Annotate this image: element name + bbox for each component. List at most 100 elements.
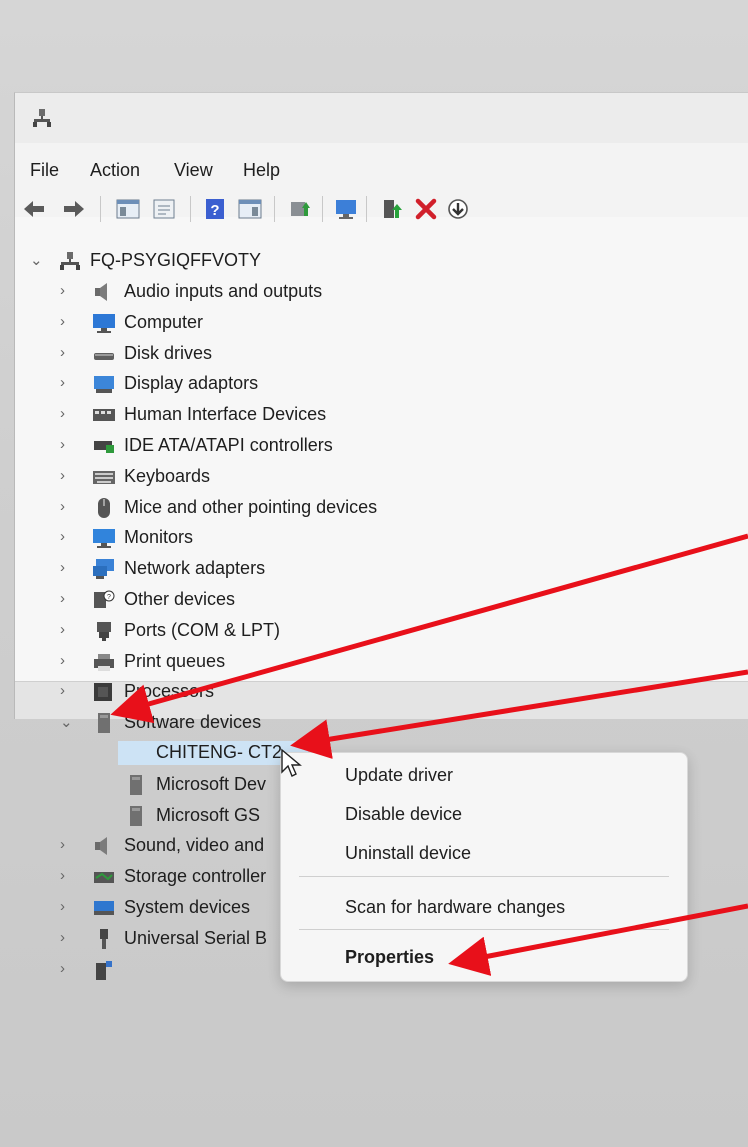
chevron-right-icon[interactable]: ›: [60, 590, 65, 607]
show-hide-tree-icon[interactable]: [116, 198, 140, 220]
usb-icon: [100, 929, 108, 949]
category-label: IDE ATA/ATAPI controllers: [124, 435, 333, 455]
category-label: Universal Serial B: [124, 928, 268, 948]
menu-uninstall-device[interactable]: Uninstall device: [345, 843, 471, 864]
device-label: Microsoft GS: [156, 805, 261, 825]
chevron-right-icon[interactable]: ›: [60, 436, 65, 453]
tree-category[interactable]: ›? Other devices: [60, 589, 420, 615]
chevron-right-icon[interactable]: ›: [60, 867, 65, 884]
category-label: Human Interface Devices: [124, 404, 327, 424]
tree-root[interactable]: ⌄ FQ-PSYGIQFFVOTY: [30, 250, 430, 276]
tree-category[interactable]: › Audio inputs and outputs: [60, 281, 420, 307]
tree-category[interactable]: › IDE ATA/ATAPI controllers: [60, 435, 420, 461]
menu-update-driver[interactable]: Update driver: [345, 765, 453, 786]
chevron-right-icon[interactable]: ›: [60, 682, 65, 699]
menu-help[interactable]: Help: [243, 160, 280, 181]
menu-disable-device[interactable]: Disable device: [345, 804, 462, 825]
mouse-icon: [98, 498, 110, 518]
tree-category[interactable]: › Ports (COM & LPT): [60, 620, 420, 646]
forward-icon[interactable]: [62, 198, 86, 220]
enable-device-icon[interactable]: [380, 198, 404, 220]
speaker-icon: [95, 283, 107, 301]
download-icon[interactable]: [446, 198, 470, 220]
processor-icon: [94, 683, 112, 701]
menu-scan-hardware[interactable]: Scan for hardware changes: [345, 897, 565, 918]
properties-icon[interactable]: [152, 198, 176, 220]
help-icon[interactable]: ?: [204, 198, 228, 220]
chevron-right-icon[interactable]: ›: [60, 467, 65, 484]
tree-category[interactable]: › Display adaptors: [60, 373, 420, 399]
menu-properties[interactable]: Properties: [345, 947, 434, 968]
menu-file[interactable]: File: [30, 160, 59, 181]
tree-category[interactable]: ⌄ Software devices: [60, 712, 420, 738]
tree-category[interactable]: › Disk drives: [60, 343, 420, 369]
software-device-icon: [130, 806, 142, 826]
chevron-down-icon[interactable]: ⌄: [60, 713, 73, 731]
menu-separator: [299, 876, 669, 877]
keyboard-icon: [93, 471, 115, 484]
tree-category[interactable]: › Mice and other pointing devices: [60, 497, 420, 523]
tree-category[interactable]: › Processors: [60, 681, 420, 707]
other-devices-icon: ?: [94, 590, 115, 608]
menu-view[interactable]: View: [174, 160, 213, 181]
category-label: Network adapters: [124, 558, 266, 578]
chevron-right-icon[interactable]: ›: [60, 621, 65, 638]
chevron-right-icon[interactable]: ›: [60, 836, 65, 853]
chevron-right-icon[interactable]: ›: [60, 498, 65, 515]
svg-text:?: ?: [107, 594, 111, 601]
computer-name: FQ-PSYGIQFFVOTY: [90, 250, 262, 270]
tree-category[interactable]: › Network adapters: [60, 558, 420, 584]
usb-connector-icon: [96, 961, 112, 980]
category-label: Computer: [124, 312, 204, 332]
chevron-right-icon[interactable]: ›: [60, 405, 65, 422]
chevron-right-icon[interactable]: ›: [60, 929, 65, 946]
category-label: Disk drives: [124, 343, 213, 363]
scan-hardware-icon[interactable]: [334, 198, 358, 220]
category-label: Display adaptors: [124, 373, 259, 393]
category-label: Processors: [124, 681, 215, 701]
chevron-right-icon[interactable]: ›: [60, 528, 65, 545]
category-label: Software devices: [124, 712, 262, 732]
tree-category[interactable]: › Computer: [60, 312, 420, 338]
display-adapter-icon: [94, 376, 114, 393]
system-devices-icon: [94, 901, 114, 915]
computer-icon: [93, 314, 115, 333]
uninstall-icon[interactable]: [414, 198, 438, 220]
device-manager-app-icon: [33, 109, 51, 127]
menu-separator: [299, 929, 669, 930]
svg-text:?: ?: [210, 202, 219, 219]
toolbar-separator: [274, 196, 275, 222]
chevron-right-icon[interactable]: ›: [60, 559, 65, 576]
category-label: System devices: [124, 897, 251, 917]
tree-category[interactable]: › Keyboards: [60, 466, 420, 492]
category-label: Monitors: [124, 527, 194, 547]
speaker-icon: [95, 837, 107, 855]
storage-controller-icon: [94, 872, 114, 883]
chevron-down-icon[interactable]: ⌄: [30, 251, 43, 269]
chevron-right-icon[interactable]: ›: [60, 374, 65, 391]
menu-action[interactable]: Action: [90, 160, 140, 181]
software-device-icon: [98, 713, 110, 733]
category-label: Ports (COM & LPT): [124, 620, 281, 640]
monitor-icon: [93, 529, 115, 548]
chevron-right-icon[interactable]: ›: [60, 960, 65, 977]
toolbar-separator: [100, 196, 101, 222]
tree-category[interactable]: › Monitors: [60, 527, 420, 553]
context-menu: Update driver Disable device Uninstall d…: [280, 752, 688, 982]
update-driver-icon[interactable]: [288, 198, 312, 220]
action-pane-icon[interactable]: [238, 198, 262, 220]
software-device-icon: [130, 775, 142, 795]
chevron-right-icon[interactable]: ›: [60, 282, 65, 299]
category-label: Audio inputs and outputs: [124, 281, 323, 301]
device-label: Microsoft Dev: [156, 774, 267, 794]
chevron-right-icon[interactable]: ›: [60, 344, 65, 361]
ide-controller-icon: [94, 441, 114, 453]
disk-drive-icon: [94, 353, 114, 360]
chevron-right-icon[interactable]: ›: [60, 313, 65, 330]
tree-category[interactable]: › Print queues: [60, 651, 420, 677]
tree-category[interactable]: › Human Interface Devices: [60, 404, 420, 430]
chevron-right-icon[interactable]: ›: [60, 652, 65, 669]
title-bar: [15, 93, 748, 143]
chevron-right-icon[interactable]: ›: [60, 898, 65, 915]
back-icon[interactable]: [22, 198, 46, 220]
